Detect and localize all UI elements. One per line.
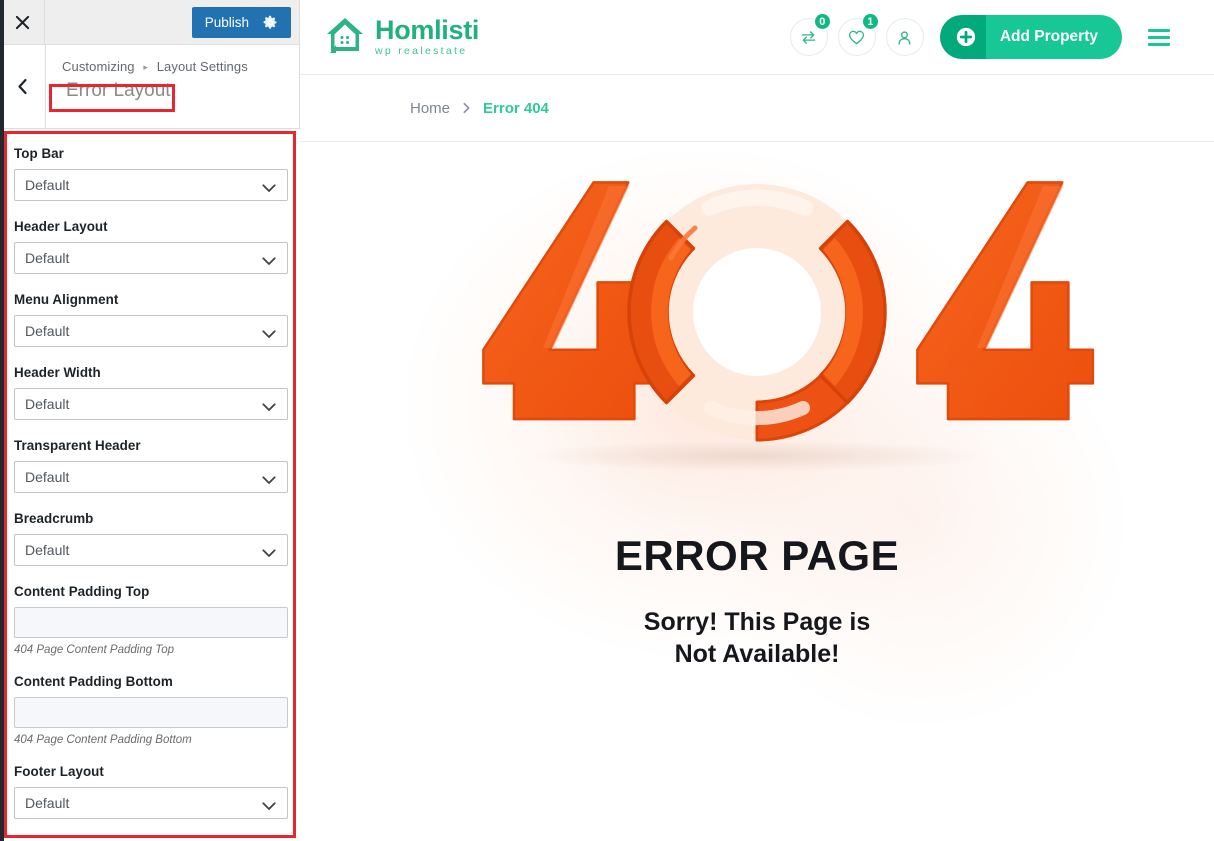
control-description-content-padding-top: 404 Page Content Padding Top bbox=[14, 644, 175, 656]
publish-button[interactable]: Publish bbox=[191, 6, 291, 38]
select-wrapper-transparent-header: Default bbox=[14, 461, 288, 493]
select-transparent-header[interactable]: Default bbox=[14, 461, 288, 493]
compare-icon[interactable]: 0 bbox=[789, 12, 832, 56]
wishlist-badge: 1 bbox=[860, 12, 880, 31]
select-breadcrumb[interactable]: Default bbox=[14, 534, 288, 566]
breadcrumb-root[interactable]: Customizing bbox=[62, 59, 135, 74]
customizer-toolbar: Publish bbox=[0, 0, 299, 45]
page-title: Error Layout bbox=[66, 80, 171, 101]
back-chevron-glyph bbox=[18, 78, 27, 95]
input-content-padding-bottom[interactable] bbox=[14, 697, 288, 728]
panel-heading-group: Customizing ▸ Layout Settings Error Layo… bbox=[46, 45, 299, 128]
site-preview: Homlisti wp realestate 0 1 Add Property … bbox=[300, 0, 1214, 841]
add-property-label: Add Property bbox=[985, 15, 1122, 59]
customizer-screen: Publish Customizing ▸ Layout Settings Er… bbox=[0, 0, 1214, 841]
error-subtitle: Sorry! This Page is Not Available! bbox=[644, 606, 870, 670]
error-subtitle-line2: Not Available! bbox=[674, 640, 840, 668]
breadcrumb-separator-icon: ▸ bbox=[143, 62, 148, 72]
control-top-bar: Top Bar Default bbox=[14, 146, 288, 201]
page-breadcrumb: Home Error 404 bbox=[300, 75, 1214, 142]
control-header-width: Header Width Default bbox=[14, 365, 288, 420]
site-header: Homlisti wp realestate 0 1 Add Property bbox=[300, 0, 1214, 75]
user-glyph bbox=[898, 30, 911, 45]
control-footer-layout: Footer Layout Default bbox=[14, 764, 288, 819]
control-label-header-width: Header Width bbox=[14, 365, 101, 380]
close-glyph bbox=[15, 15, 29, 29]
add-property-button[interactable]: Add Property bbox=[939, 15, 1122, 59]
control-header-layout: Header Layout Default bbox=[14, 219, 288, 274]
gear-icon[interactable] bbox=[263, 15, 278, 30]
select-wrapper-breadcrumb: Default bbox=[14, 534, 288, 566]
control-label-header-layout: Header Layout bbox=[14, 219, 108, 234]
customizer-sidebar: Publish Customizing ▸ Layout Settings Er… bbox=[0, 0, 300, 841]
control-label-content-padding-top: Content Padding Top bbox=[14, 584, 150, 599]
heart-glyph bbox=[849, 30, 865, 44]
lifebuoy-zero bbox=[627, 184, 887, 442]
site-logo[interactable]: Homlisti wp realestate bbox=[324, 15, 479, 60]
chevron-right-icon bbox=[461, 102, 472, 114]
control-breadcrumb: Breadcrumb Default bbox=[14, 511, 288, 566]
control-content-padding-top: Content Padding Top 404 Page Content Padd… bbox=[14, 584, 288, 656]
control-label-top-bar: Top Bar bbox=[14, 146, 64, 161]
house-logo-icon bbox=[324, 15, 366, 60]
control-content-padding-bottom: Content Padding Bottom 404 Page Content P… bbox=[14, 674, 288, 746]
select-wrapper-footer-layout: Default bbox=[14, 787, 288, 819]
breadcrumb-parent[interactable]: Layout Settings bbox=[157, 59, 248, 74]
plus-circle-icon bbox=[939, 15, 986, 59]
control-label-transparent-header: Transparent Header bbox=[14, 438, 141, 453]
breadcrumb: Customizing ▸ Layout Settings bbox=[62, 59, 299, 74]
logo-tagline: wp realestate bbox=[375, 45, 468, 58]
customizer-control-list[interactable]: Top Bar Default Header Layout Default Menu A… bbox=[0, 130, 300, 841]
compare-glyph bbox=[802, 30, 816, 44]
error-content: ERROR PAGE Sorry! This Page is Not Avail… bbox=[300, 142, 1214, 670]
hamburger-menu-icon[interactable] bbox=[1144, 25, 1174, 50]
wishlist-heart-icon[interactable]: 1 bbox=[837, 12, 880, 56]
logo-text-group: Homlisti wp realestate bbox=[375, 17, 479, 57]
back-chevron-icon[interactable] bbox=[0, 45, 46, 128]
control-label-menu-alignment: Menu Alignment bbox=[14, 292, 119, 307]
hamburger-bar-3 bbox=[1148, 42, 1170, 46]
error-title: ERROR PAGE bbox=[614, 532, 900, 579]
select-footer-layout[interactable]: Default bbox=[14, 787, 288, 819]
close-icon[interactable] bbox=[0, 0, 45, 44]
select-header-layout[interactable]: Default bbox=[14, 242, 288, 274]
admin-edge-strip bbox=[0, 0, 4, 841]
control-transparent-header: Transparent Header Default bbox=[14, 438, 288, 493]
digit-four-right bbox=[916, 181, 1095, 421]
breadcrumb-home-link[interactable]: Home bbox=[410, 100, 450, 117]
control-label-content-padding-bottom: Content Padding Bottom bbox=[14, 674, 173, 689]
select-top-bar[interactable]: Default bbox=[14, 169, 288, 201]
logo-name: Homlisti bbox=[375, 15, 480, 46]
error-404-illustration bbox=[482, 181, 1095, 472]
gear-glyph bbox=[263, 15, 277, 29]
user-account-icon[interactable] bbox=[885, 18, 924, 56]
control-menu-alignment: Menu Alignment Default bbox=[14, 292, 288, 347]
select-wrapper-menu-alignment: Default bbox=[14, 315, 288, 347]
control-label-footer-layout: Footer Layout bbox=[14, 764, 104, 779]
select-wrapper-top-bar: Default bbox=[14, 169, 288, 201]
hamburger-bar-2 bbox=[1148, 35, 1170, 39]
hamburger-bar-1 bbox=[1148, 28, 1170, 32]
chevron-right-glyph bbox=[463, 102, 470, 114]
select-menu-alignment[interactable]: Default bbox=[14, 315, 288, 347]
select-wrapper-header-width: Default bbox=[14, 388, 288, 420]
select-wrapper-header-layout: Default bbox=[14, 242, 288, 274]
plus-circle-glyph bbox=[956, 27, 975, 47]
control-label-breadcrumb: Breadcrumb bbox=[14, 511, 94, 526]
house-logo-glyph bbox=[327, 17, 363, 53]
select-header-width[interactable]: Default bbox=[14, 388, 288, 420]
breadcrumb-current: Error 404 bbox=[483, 99, 549, 117]
input-content-padding-top[interactable] bbox=[14, 607, 288, 638]
customizer-panel-header: Customizing ▸ Layout Settings Error Layo… bbox=[0, 45, 299, 129]
error-subtitle-line1: Sorry! This Page is bbox=[643, 608, 871, 636]
publish-group: Publish bbox=[191, 6, 299, 38]
compare-badge: 0 bbox=[812, 12, 832, 31]
publish-button-label: Publish bbox=[204, 14, 249, 30]
header-actions: 0 1 Add Property bbox=[789, 12, 1174, 59]
control-description-content-padding-bottom: 404 Page Content Padding Bottom bbox=[14, 734, 192, 746]
